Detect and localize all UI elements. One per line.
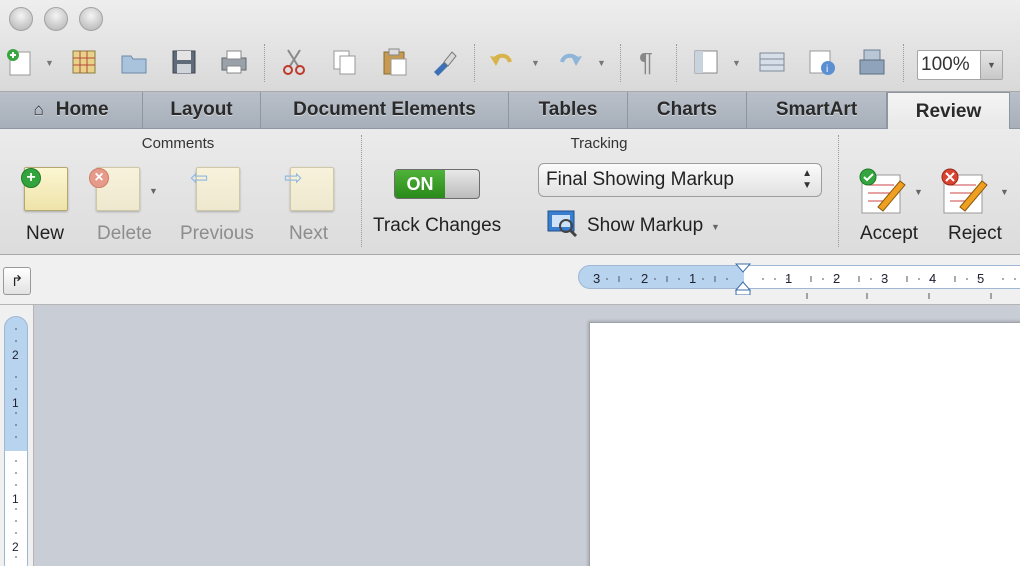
tab-label: Home	[55, 99, 109, 120]
format-painter-icon[interactable]	[428, 44, 460, 80]
tab-label: Tables	[538, 99, 598, 120]
horizontal-ruler-area: ↱ 3 2 1 1 2 3 4 5	[0, 255, 1020, 305]
group-separator	[838, 135, 839, 247]
reject-dropdown-icon[interactable]: ▼	[1000, 187, 1009, 197]
tab-stops	[806, 293, 992, 299]
new-document-icon[interactable]	[4, 44, 36, 80]
cut-icon[interactable]	[278, 44, 310, 80]
select-arrows-icon: ▲ ▼	[802, 168, 812, 191]
ruler-number: 2	[12, 348, 19, 362]
ruler-number: 3	[593, 271, 600, 286]
ruler-number: 1	[689, 271, 696, 286]
accept-change-icon[interactable]	[858, 167, 908, 217]
tab-stop-selector-icon[interactable]: ↱	[3, 267, 31, 295]
accept-dropdown-icon[interactable]: ▼	[914, 187, 923, 197]
tab-tables[interactable]: Tables	[509, 92, 628, 128]
group-title-comments: Comments	[141, 135, 215, 152]
zoom-value[interactable]: 100%	[918, 51, 980, 79]
new-document-dropdown-icon[interactable]: ▼	[45, 58, 54, 68]
track-changes-label: Track Changes	[373, 215, 502, 236]
redo-icon[interactable]	[554, 44, 586, 80]
toolbar-separator	[903, 44, 904, 82]
svg-text:i: i	[826, 64, 828, 75]
ruler-number: 5	[977, 271, 984, 286]
show-markup-dropdown-icon[interactable]: ▼	[711, 222, 720, 232]
minimize-window-button[interactable]	[44, 7, 68, 31]
tab-review[interactable]: Review	[887, 92, 1010, 130]
vertical-ruler[interactable]: 2 1 1 2	[4, 316, 28, 566]
ruler-number: 1	[12, 396, 19, 410]
toolbar-separator	[676, 44, 677, 82]
zoom-dropdown-icon[interactable]: ▼	[980, 51, 1002, 79]
copy-icon[interactable]	[328, 44, 360, 80]
gallery-icon[interactable]	[68, 44, 100, 80]
toolbar-separator	[264, 44, 265, 82]
indent-marker-icon[interactable]	[734, 263, 752, 296]
zoom-combobox[interactable]: 100% ▼	[917, 50, 1003, 80]
next-comment-label[interactable]: Next	[289, 223, 328, 245]
print-icon[interactable]	[218, 44, 250, 80]
toolbar-separator	[620, 44, 621, 82]
sidebar-icon[interactable]	[690, 44, 722, 80]
markup-view-select[interactable]: Final Showing Markup ▲ ▼	[538, 163, 822, 197]
home-icon: ⌂	[33, 100, 44, 119]
ruler-number: 1	[785, 271, 792, 286]
markup-view-value: Final Showing Markup	[546, 169, 734, 190]
ruler-number: 2	[641, 271, 648, 286]
document-page[interactable]	[589, 322, 1020, 566]
toolbar-separator	[474, 44, 475, 82]
ruler-number: 4	[929, 271, 936, 286]
new-comment-label[interactable]: New	[26, 223, 64, 245]
vertical-ruler-ticks: 2 1 1 2	[12, 328, 19, 558]
tab-document-elements[interactable]: Document Elements	[261, 92, 509, 128]
track-changes-toggle[interactable]: ON	[394, 169, 480, 199]
left-arrow-icon: ⇦	[190, 165, 209, 190]
show-markup-icon[interactable]	[546, 209, 580, 238]
ruler-number: 2	[12, 540, 19, 554]
close-window-button[interactable]	[9, 7, 33, 31]
sidebar-dropdown-icon[interactable]: ▼	[732, 58, 741, 68]
ruler-number: 1	[12, 492, 19, 506]
ribbon-review-panel: Comments + New × ▼ Delete ⇦ Previous ⇨ N…	[0, 129, 1020, 255]
tab-smartart[interactable]: SmartArt	[747, 92, 887, 128]
accept-label[interactable]: Accept	[860, 223, 918, 245]
tab-label: Review	[915, 100, 982, 122]
tab-label: Layout	[170, 99, 233, 120]
tab-label: Charts	[656, 99, 718, 120]
undo-icon[interactable]	[486, 44, 518, 80]
zoom-window-button[interactable]	[79, 7, 103, 31]
toolbox-icon[interactable]	[756, 44, 788, 80]
show-markup-label[interactable]: Show Markup	[587, 215, 703, 237]
tab-charts[interactable]: Charts	[628, 92, 747, 128]
ruler-number: 2	[833, 271, 840, 286]
toggle-on-label: ON	[395, 170, 445, 198]
horizontal-ruler[interactable]: 3 2 1 1 2 3 4 5	[578, 265, 1020, 289]
redo-dropdown-icon[interactable]: ▼	[597, 58, 606, 68]
paste-icon[interactable]	[378, 44, 410, 80]
group-title-tracking: Tracking	[570, 135, 628, 152]
plus-badge-icon: +	[21, 168, 41, 188]
tab-home[interactable]: ⌂ Home	[0, 92, 143, 128]
reject-label[interactable]: Reject	[948, 223, 1002, 245]
window-toolbar: ▼ ▼ ▼ ¶ ▼ i 100% ▼	[0, 0, 1020, 92]
media-browser-icon[interactable]: i	[806, 44, 838, 80]
open-folder-icon[interactable]	[118, 44, 150, 80]
tab-layout[interactable]: Layout	[143, 92, 261, 128]
delete-badge-icon: ×	[89, 168, 109, 188]
save-icon[interactable]	[168, 44, 200, 80]
undo-dropdown-icon[interactable]: ▼	[531, 58, 540, 68]
ribbon-tabs: ⌂ Home Layout Document Elements Tables C…	[0, 92, 1020, 130]
pilcrow-icon[interactable]: ¶	[630, 44, 662, 80]
right-arrow-icon: ⇨	[284, 165, 303, 190]
tab-label: Document Elements	[293, 99, 476, 120]
ruler-number: 3	[881, 271, 888, 286]
previous-comment-label[interactable]: Previous	[180, 223, 254, 245]
delete-comment-label[interactable]: Delete	[97, 223, 152, 245]
horizontal-ruler-ticks: 3 2 1 1 2 3 4 5	[593, 271, 1016, 286]
reject-change-icon[interactable]	[940, 167, 990, 217]
delete-dropdown-icon[interactable]: ▼	[149, 186, 158, 196]
tab-label: SmartArt	[775, 99, 858, 120]
scrapbook-icon[interactable]	[856, 44, 888, 80]
